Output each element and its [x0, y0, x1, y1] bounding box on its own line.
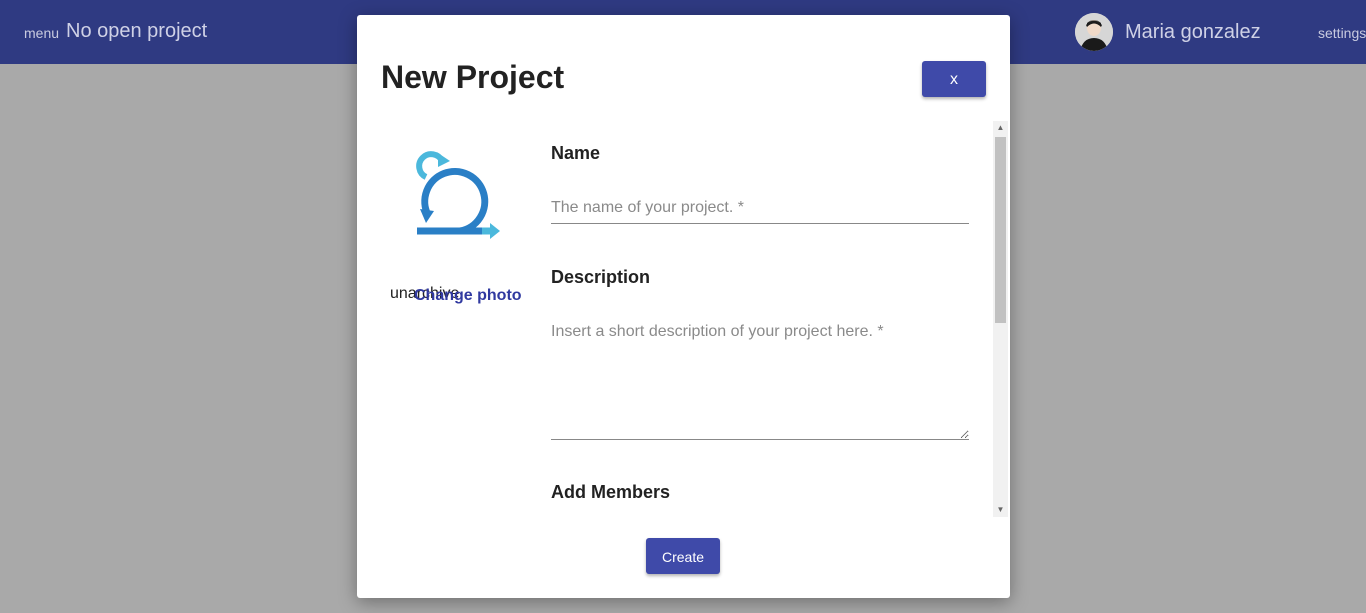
user-name[interactable]: Maria gonzalez — [1125, 21, 1261, 44]
settings-link[interactable]: settings — [1318, 25, 1366, 41]
menu-button[interactable]: menu — [24, 25, 59, 41]
name-label: Name — [551, 143, 601, 163]
current-project-title: No open project — [66, 20, 208, 42]
project-form: Name Description Add Members — [551, 121, 993, 517]
description-label: Description — [551, 267, 651, 287]
change-photo-link[interactable]: Change photo — [414, 287, 522, 305]
add-members-label: Add Members — [551, 482, 671, 502]
create-button[interactable]: Create — [646, 538, 720, 574]
form-scrollbar[interactable]: ▲ ▼ — [993, 121, 1008, 517]
new-project-dialog: New Project x unarchive Change photo Nam… — [357, 15, 1010, 598]
scrum-cycle-icon — [416, 151, 500, 239]
scroll-thumb[interactable] — [995, 137, 1006, 323]
scroll-up-icon[interactable]: ▲ — [993, 121, 1008, 135]
scroll-down-icon[interactable]: ▼ — [993, 503, 1008, 517]
dialog-title: New Project — [381, 59, 565, 95]
project-name-input[interactable] — [551, 193, 969, 224]
avatar-image — [1075, 13, 1113, 51]
close-button[interactable]: x — [922, 61, 986, 97]
project-description-input[interactable] — [551, 323, 969, 440]
user-avatar[interactable] — [1075, 13, 1113, 51]
